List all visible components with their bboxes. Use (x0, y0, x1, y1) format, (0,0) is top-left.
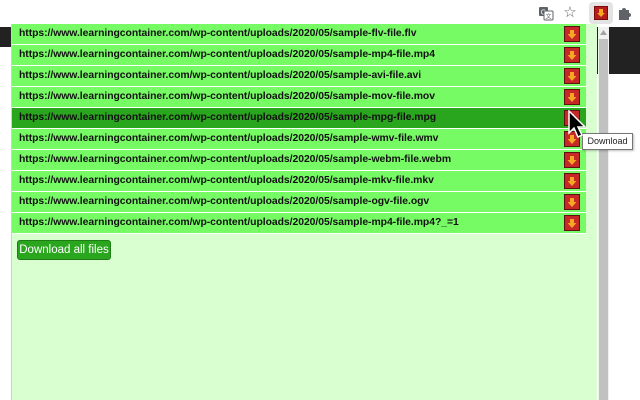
downloader-popup: https://www.learningcontainer.com/wp-con… (11, 24, 609, 400)
file-url[interactable]: https://www.learningcontainer.com/wp-con… (19, 217, 459, 228)
file-url[interactable]: https://www.learningcontainer.com/wp-con… (19, 49, 435, 60)
file-row: https://www.learningcontainer.com/wp-con… (12, 192, 586, 213)
file-row: https://www.learningcontainer.com/wp-con… (12, 24, 586, 45)
svg-text:文: 文 (545, 13, 551, 21)
download-icon[interactable] (564, 47, 580, 63)
file-url[interactable]: https://www.learningcontainer.com/wp-con… (19, 70, 421, 81)
file-row: https://www.learningcontainer.com/wp-con… (12, 129, 586, 150)
scroll-up-arrow-icon[interactable] (598, 27, 609, 37)
mouse-cursor-icon (567, 109, 589, 140)
file-row: https://www.learningcontainer.com/wp-con… (12, 171, 586, 192)
download-icon[interactable] (564, 26, 580, 42)
download-extension-icon (594, 6, 608, 20)
file-url[interactable]: https://www.learningcontainer.com/wp-con… (19, 175, 434, 186)
download-icon[interactable] (564, 173, 580, 189)
popup-scrollbar[interactable] (598, 27, 609, 400)
download-icon[interactable] (564, 215, 580, 231)
download-icon[interactable] (564, 89, 580, 105)
file-row: https://www.learningcontainer.com/wp-con… (12, 45, 586, 66)
scroll-thumb[interactable] (599, 39, 608, 400)
download-icon[interactable] (564, 194, 580, 210)
download-extension-button[interactable] (589, 2, 613, 24)
file-row: https://www.learningcontainer.com/wp-con… (12, 213, 586, 234)
bookmark-star-icon[interactable]: ☆ (561, 4, 579, 22)
download-all-button[interactable]: Download all files (17, 240, 111, 260)
file-url[interactable]: https://www.learningcontainer.com/wp-con… (19, 91, 435, 102)
download-icon[interactable] (564, 152, 580, 168)
file-row: https://www.learningcontainer.com/wp-con… (12, 150, 586, 171)
page-body-right (612, 74, 640, 400)
download-tooltip: Download (582, 133, 633, 150)
browser-toolbar: G 文 ☆ (0, 0, 640, 27)
page-body-left (0, 47, 11, 400)
file-list: https://www.learningcontainer.com/wp-con… (12, 24, 586, 234)
file-row: https://www.learningcontainer.com/wp-con… (12, 66, 586, 87)
file-url[interactable]: https://www.learningcontainer.com/wp-con… (19, 28, 417, 39)
translate-icon[interactable]: G 文 (537, 4, 555, 22)
file-row: https://www.learningcontainer.com/wp-con… (12, 108, 586, 129)
file-url[interactable]: https://www.learningcontainer.com/wp-con… (19, 196, 429, 207)
file-row: https://www.learningcontainer.com/wp-con… (12, 87, 586, 108)
file-url[interactable]: https://www.learningcontainer.com/wp-con… (19, 133, 438, 144)
file-url[interactable]: https://www.learningcontainer.com/wp-con… (19, 154, 451, 165)
download-icon[interactable] (564, 68, 580, 84)
page-header-dark (0, 27, 11, 47)
file-url[interactable]: https://www.learningcontainer.com/wp-con… (19, 112, 436, 123)
extensions-puzzle-icon[interactable] (616, 4, 634, 22)
